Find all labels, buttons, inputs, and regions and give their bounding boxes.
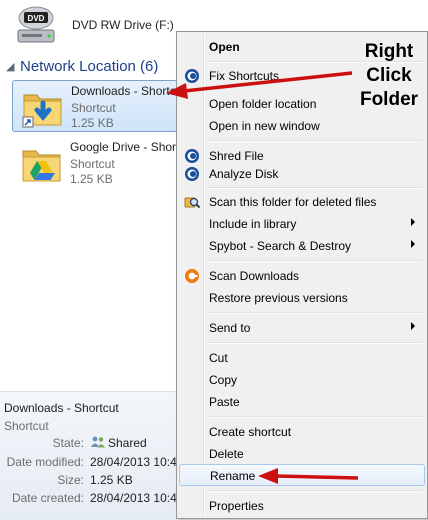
menu-item-label: Create shortcut [209,425,292,439]
details-state-value: Shared [108,436,147,450]
menu-separator [207,312,423,314]
details-value: 28/04/2013 10:47 [90,455,178,469]
menu-item-label: Paste [209,395,240,409]
annotation-line: Right [364,41,414,62]
menu-item-label: Spybot - Search & Destroy [209,239,352,253]
menu-item-include-in-library[interactable]: Include in library [179,213,425,235]
menu-separator [207,416,423,418]
menu-item-send-to[interactable]: Send to [179,317,425,339]
fix-shortcuts-icon [185,69,199,83]
menu-item-label: Properties [209,499,264,513]
item-name: Downloads - Shortcut [71,84,179,98]
menu-item-label: Analyze Disk [209,167,279,181]
dvd-badge: DVD [28,14,45,23]
details-pane: Downloads - Shortcut Shortcut State: Sha… [0,391,178,520]
submenu-arrow-icon [411,322,415,330]
item-name: Google Drive - Shortcut [70,140,178,154]
details-type: Shortcut [4,419,49,433]
collapse-chevron-icon[interactable]: ◢ [6,60,14,73]
submenu-arrow-icon [411,240,415,248]
details-row-date-created: Date created: 28/04/2013 10:47 [0,491,178,506]
menu-item-label: Scan Downloads [209,269,300,283]
menu-item-label: Open [209,40,240,54]
group-header-network-location[interactable]: ◢ Network Location (6) [6,58,178,78]
menu-item-label: Delete [209,447,244,461]
dvd-drive-icon: DVD [17,6,55,43]
details-row-size: Size: 1.25 KB [0,473,178,488]
downloads-folder-icon [22,94,62,128]
menu-item-spybot[interactable]: Spybot - Search & Destroy [179,235,425,257]
menu-item-scan-downloads[interactable]: Scan Downloads [179,265,425,287]
menu-item-label: Shred File [209,149,264,163]
item-type: Shortcut [70,157,115,171]
details-label: Date created: [11,491,84,505]
menu-item-label: Open in new window [209,119,320,133]
menu-separator [207,342,423,344]
menu-item-label: Rename [210,469,256,483]
details-value: 1.25 KB [90,473,133,487]
shred-file-icon [185,149,199,163]
menu-item-restore-previous-versions[interactable]: Restore previous versions [179,287,425,309]
menu-separator [207,187,423,189]
annotation-line: Click [366,65,412,86]
details-value: Shared [90,436,178,450]
menu-item-delete[interactable]: Delete [179,443,425,465]
dvd-drive-label: DVD RW Drive (F:) [72,18,174,32]
menu-item-label: Include in library [209,217,297,231]
menu-item-label: Fix Shortcuts [209,69,280,83]
details-label: Size: [57,473,84,487]
group-title: Network Location (6) [20,58,159,75]
submenu-arrow-icon [411,218,415,226]
menu-item-create-shortcut[interactable]: Create shortcut [179,421,425,443]
details-label: State: [52,436,84,450]
menu-item-label: Scan this folder for deleted files [209,195,377,209]
dvd-drive-item[interactable]: DVD DVD RW Drive (F:) [14,4,194,50]
item-size: 1.25 KB [70,172,113,186]
menu-item-paste[interactable]: Paste [179,391,425,413]
menu-item-open-in-new-window[interactable]: Open in new window [179,115,425,137]
details-title: Downloads - Shortcut [4,401,119,415]
annotation-line: Folder [359,89,419,110]
analyze-disk-icon [185,167,199,181]
details-row-date-modified: Date modified: 28/04/2013 10:47 [0,455,178,470]
menu-item-analyze-disk[interactable]: Analyze Disk [179,163,425,185]
menu-item-properties[interactable]: Properties [179,495,425,517]
menu-item-label: Cut [209,351,228,365]
antivirus-icon [185,269,199,283]
menu-separator [207,260,423,262]
menu-item-label: Send to [209,321,251,335]
menu-item-label: Copy [209,373,238,387]
menu-item-scan-deleted-files[interactable]: Scan this folder for deleted files [179,191,425,213]
details-row-state: State: Shared [0,436,178,451]
annotation-text: Right Click Folder [350,40,428,112]
menu-item-rename[interactable]: Rename [179,464,425,486]
scan-deleted-icon [184,197,200,209]
google-drive-folder-icon [22,150,61,182]
menu-item-cut[interactable]: Cut [179,347,425,369]
details-value: 28/04/2013 10:47 [90,491,178,505]
list-item-google-drive-shortcut[interactable]: Google Drive - Shortcut Shortcut 1.25 KB [12,137,178,189]
menu-item-label: Open folder location [209,97,317,111]
menu-item-label: Restore previous versions [209,291,348,305]
menu-separator [207,140,423,142]
item-size: 1.25 KB [71,116,114,130]
menu-separator [207,490,423,492]
list-item-downloads-shortcut[interactable]: Downloads - Shortcut Shortcut 1.25 KB [12,80,179,132]
shared-users-icon [91,436,105,448]
details-label: Date modified: [6,455,84,469]
item-type: Shortcut [71,101,116,115]
menu-item-copy[interactable]: Copy [179,369,425,391]
